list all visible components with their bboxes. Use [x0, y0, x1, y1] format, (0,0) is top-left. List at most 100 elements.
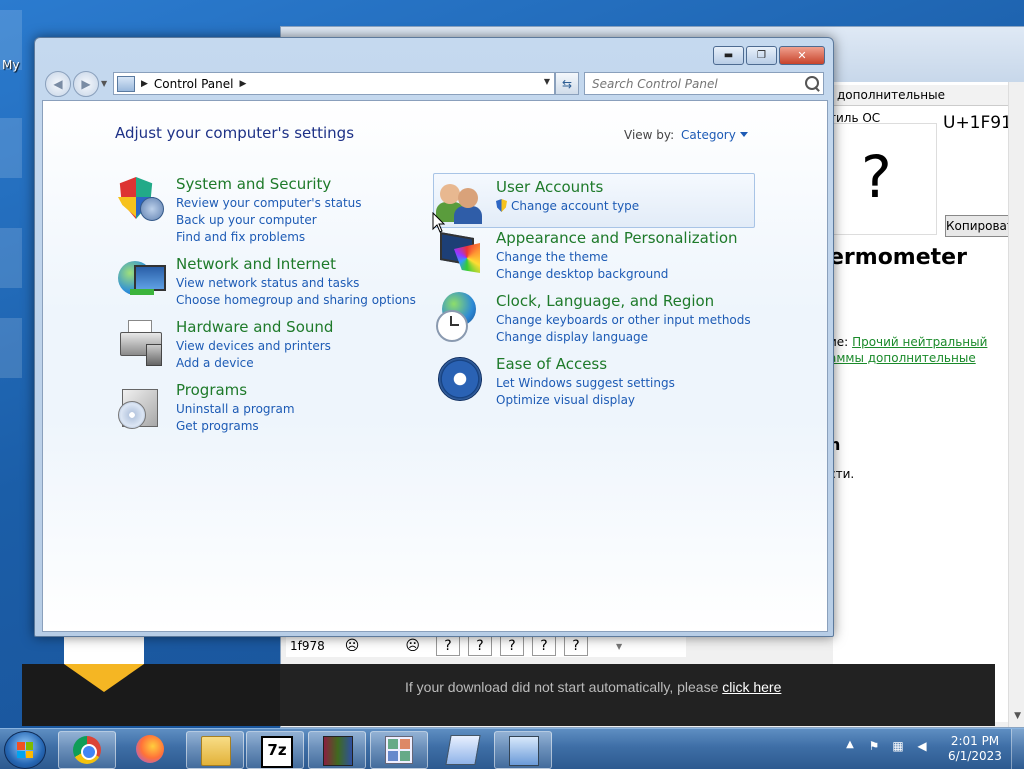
taskbar-firefox[interactable]	[122, 731, 178, 767]
task-link[interactable]: Let Windows suggest settings	[496, 376, 675, 390]
taskbar-chrome[interactable]	[58, 731, 116, 769]
forward-button[interactable]: ▶	[73, 71, 99, 97]
address-bar[interactable]: ▶ Control Panel ▶ ▼	[113, 72, 555, 95]
category-title[interactable]: Hardware and Sound	[176, 318, 333, 336]
clock[interactable]: 2:01 PM 6/1/2023	[940, 734, 1010, 764]
task-link[interactable]: Change the theme	[496, 250, 608, 264]
taskbar-explorer[interactable]	[186, 731, 244, 769]
taskbar-character-map[interactable]	[370, 731, 428, 769]
globe-clock-icon[interactable]	[436, 292, 484, 342]
chevron-down-icon[interactable]	[739, 132, 748, 137]
chevron-down-icon[interactable]: ▼	[616, 642, 622, 651]
task-link[interactable]: Choose homegroup and sharing options	[176, 293, 416, 307]
clock-date: 6/1/2023	[948, 749, 1002, 763]
firefox-icon	[136, 735, 164, 763]
click-here-link[interactable]: click here	[722, 679, 781, 695]
file-explorer-icon	[201, 736, 231, 766]
category-title[interactable]: Network and Internet	[176, 255, 336, 273]
flag-alert-icon[interactable]: ⚑	[866, 739, 882, 755]
system-tray: ▲ ⚑ ▦ ◀	[842, 739, 938, 755]
browser-nav-link[interactable]: дополнительные	[833, 85, 1024, 106]
task-link[interactable]: View network status and tasks	[176, 276, 359, 290]
control-panel-window[interactable]: ▬ ❐ ✕ ◀ ▶ ▼ ▶ Control Panel ▶ ▼ ⇆ Adjust…	[34, 37, 834, 637]
desktop-icon[interactable]	[0, 118, 22, 178]
task-link[interactable]: Uninstall a program	[176, 402, 295, 416]
start-button[interactable]	[4, 731, 46, 769]
ease-circle	[438, 357, 482, 401]
browser-scrollbar[interactable]: ▼	[1008, 82, 1024, 727]
shield-icon[interactable]	[116, 175, 164, 223]
task-link[interactable]: View devices and printers	[176, 339, 331, 353]
category-title[interactable]: User Accounts	[496, 178, 603, 196]
taskbar-winrar[interactable]	[308, 731, 366, 769]
category-title[interactable]: Appearance and Personalization	[496, 229, 738, 247]
recent-pages-dropdown[interactable]: ▼	[101, 71, 109, 97]
category-title[interactable]: Clock, Language, and Region	[496, 292, 714, 310]
face-glyph-icon[interactable]: ☹	[405, 638, 420, 654]
task-link[interactable]: Optimize visual display	[496, 393, 635, 407]
glyph-cell[interactable]: ?	[435, 636, 460, 656]
uac-shield-icon	[496, 199, 507, 212]
volume-muted-icon[interactable]: ◀	[914, 739, 930, 755]
maximize-button[interactable]: ❐	[746, 46, 777, 65]
close-button[interactable]: ✕	[779, 46, 825, 65]
desktop-icon[interactable]	[0, 318, 22, 378]
banner-left	[22, 664, 280, 726]
glyph-cell[interactable]: ?	[531, 636, 556, 656]
programs-box-icon[interactable]	[116, 381, 164, 429]
category-link[interactable]: Прочий нейтральный	[852, 335, 987, 349]
category-title[interactable]: Programs	[176, 381, 247, 399]
taskbar-remote-desktop[interactable]	[434, 731, 490, 767]
task-link[interactable]: Change display language	[496, 330, 648, 344]
character-map-icon	[385, 736, 413, 764]
category-title[interactable]: System and Security	[176, 175, 331, 193]
task-link[interactable]: Change account type	[511, 199, 639, 213]
glyph-cell[interactable]: ?	[467, 636, 492, 656]
minimize-button[interactable]: ▬	[713, 46, 744, 65]
download-arrow-icon	[64, 664, 144, 692]
paint-palette-icon[interactable]	[436, 229, 484, 277]
task-link[interactable]: Change keyboards or other input methods	[496, 313, 751, 327]
winrar-icon	[323, 736, 353, 766]
breadcrumb-control-panel[interactable]: Control Panel	[154, 77, 234, 91]
printer-icon[interactable]	[116, 318, 164, 366]
gauge-icon	[140, 197, 164, 221]
task-link[interactable]: Find and fix problems	[176, 230, 305, 244]
task-link[interactable]: Add a device	[176, 356, 254, 370]
task-link[interactable]: Get programs	[176, 419, 259, 433]
show-hidden-icons-icon[interactable]: ▲	[842, 739, 858, 755]
task-link[interactable]: Back up your computer	[176, 213, 317, 227]
search-input[interactable]	[590, 75, 804, 92]
desktop-icon[interactable]	[0, 228, 22, 288]
desktop-icon-label[interactable]: My	[2, 58, 19, 72]
glyph-char: ?	[861, 143, 892, 211]
navigation-buttons: ◀ ▶ ▼	[45, 71, 109, 97]
category-link-2[interactable]: аммы дополнительные	[829, 351, 976, 365]
chevron-right-icon[interactable]: ▶	[240, 79, 247, 89]
taskbar-7zip[interactable]: 7z	[246, 731, 304, 769]
ease-of-access-icon[interactable]	[436, 355, 484, 403]
view-by-dropdown[interactable]: Category	[681, 128, 748, 142]
back-button[interactable]: ◀	[45, 71, 71, 97]
speaker-icon	[146, 344, 162, 366]
show-desktop-button[interactable]	[1011, 729, 1024, 769]
search-box[interactable]	[584, 72, 824, 95]
taskbar-control-panel[interactable]	[494, 731, 552, 769]
network-icon[interactable]: ▦	[890, 739, 906, 755]
chevron-down-icon[interactable]: ▼	[544, 77, 550, 86]
task-link-with-shield[interactable]: Change account type	[496, 199, 639, 213]
network-globe-icon[interactable]	[116, 255, 166, 303]
task-link[interactable]: Review your computer's status	[176, 196, 362, 210]
search-icon[interactable]	[805, 76, 819, 90]
task-link[interactable]: Change desktop background	[496, 267, 668, 281]
scroll-down-icon[interactable]: ▼	[1014, 711, 1021, 721]
view-by-value[interactable]: Category	[681, 128, 736, 142]
category-title[interactable]: Ease of Access	[496, 355, 607, 373]
chevron-right-icon[interactable]: ▶	[141, 79, 148, 89]
face-glyph-icon[interactable]: ☹	[345, 638, 360, 654]
glyph-cell[interactable]: ?	[563, 636, 588, 656]
emoji-heading: ermometer	[829, 245, 967, 270]
glyph-cell[interactable]: ?	[499, 636, 524, 656]
download-text: If your download did not start automatic…	[405, 679, 723, 695]
refresh-button[interactable]: ⇆	[555, 72, 579, 95]
